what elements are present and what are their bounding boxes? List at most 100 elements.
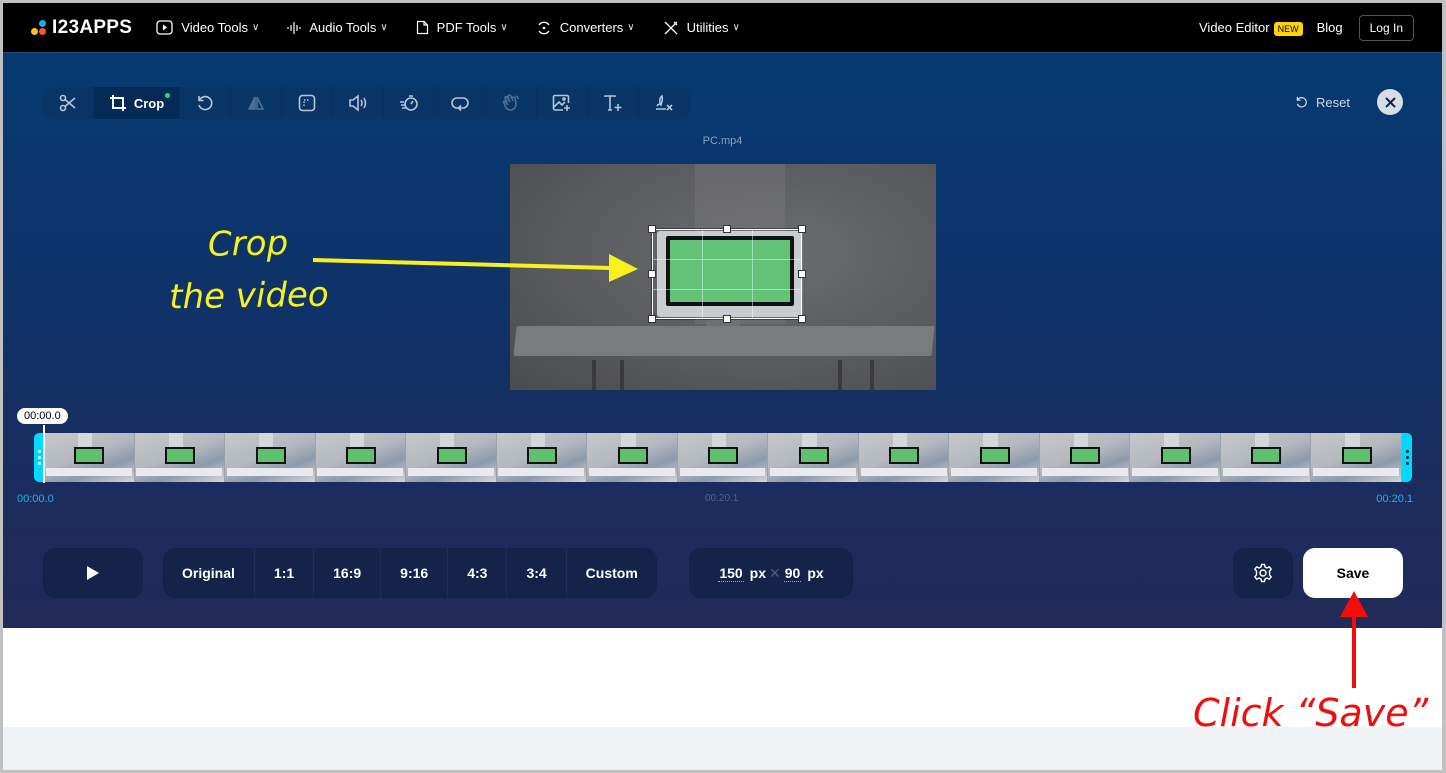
timeline-thumbnail xyxy=(1311,433,1402,482)
close-button[interactable] xyxy=(1377,89,1403,115)
aspect-ratio-original[interactable]: Original xyxy=(163,548,255,598)
aspect-ratio-9-16[interactable]: 9:16 xyxy=(381,548,449,598)
aspect-ratio-3-4[interactable]: 3:4 xyxy=(507,548,567,598)
timeline-thumbnail xyxy=(768,433,859,482)
crop-selection-box[interactable] xyxy=(648,225,806,323)
thumb-desk xyxy=(860,468,947,476)
thumb-desk xyxy=(45,468,132,476)
tool-flip[interactable] xyxy=(231,87,282,119)
speed-icon xyxy=(400,95,418,111)
rotate-icon xyxy=(198,95,213,111)
thumb-desk xyxy=(1313,468,1400,476)
thumb-monitor xyxy=(436,447,467,464)
thumb-monitor xyxy=(798,447,829,464)
timeline-thumbnail xyxy=(225,433,316,482)
play-square-icon xyxy=(156,20,173,35)
tools-icon xyxy=(664,21,678,34)
video-desk-leg xyxy=(870,360,874,390)
annotation-crop-line2: the video xyxy=(168,274,330,318)
thumb-monitor xyxy=(1341,447,1372,464)
nav-video-tools-label: Video Tools xyxy=(181,20,249,35)
video-desk-leg xyxy=(620,360,624,390)
crop-handle-bottom-right[interactable] xyxy=(798,315,806,323)
timeline-thumbnail xyxy=(406,433,497,482)
settings-button[interactable] xyxy=(1233,548,1293,598)
timeline-thumbnail xyxy=(858,433,950,482)
trim-end-time: 00:20.1 xyxy=(1376,493,1413,505)
thumb-monitor xyxy=(255,447,286,464)
annotation-save-note: Click “Save” xyxy=(1193,691,1429,735)
video-editor-label: Video Editor xyxy=(1199,20,1270,35)
timeline-filmstrip[interactable] xyxy=(34,433,1412,482)
crop-handle-bottom[interactable] xyxy=(723,315,731,323)
timeline-thumbnail xyxy=(134,433,226,482)
scissors-icon xyxy=(59,94,76,112)
nav-converters[interactable]: Converters ∨ xyxy=(536,20,635,36)
tool-resize[interactable] xyxy=(282,87,333,119)
login-button[interactable]: Log In xyxy=(1358,14,1414,41)
crop-size-inputs: 150 px ✕ 90 px xyxy=(689,548,853,598)
size-separator: ✕ xyxy=(769,564,781,581)
aspect-ratio-1-1[interactable]: 1:1 xyxy=(255,548,315,598)
aspect-ratio-4-3[interactable]: 4:3 xyxy=(448,548,508,598)
resize-icon xyxy=(298,94,316,112)
nav-blog[interactable]: Blog xyxy=(1317,20,1343,35)
playhead-time: 00:00.0 xyxy=(17,408,68,424)
aspect-ratio-16-9[interactable]: 16:9 xyxy=(314,548,382,598)
nav-audio-tools[interactable]: Audio Tools ∨ xyxy=(287,20,388,35)
top-navigation: I23APPS Video Tools ∨ Audio Tools ∨ PDF … xyxy=(3,3,1442,53)
thumb-desk xyxy=(1132,468,1219,476)
tool-loop[interactable] xyxy=(435,87,486,119)
crop-grid-line xyxy=(702,230,704,318)
flip-icon xyxy=(247,96,265,110)
thumb-monitor xyxy=(527,447,558,464)
tool-rotate[interactable] xyxy=(180,87,231,119)
volume-icon xyxy=(349,94,367,112)
tool-add-text[interactable] xyxy=(588,87,639,119)
loop-icon xyxy=(451,97,469,112)
video-desk-leg xyxy=(592,360,596,390)
crop-handle-top-right[interactable] xyxy=(798,225,806,233)
tool-add-image[interactable] xyxy=(537,87,588,119)
play-button[interactable] xyxy=(43,548,143,598)
aspect-ratio-custom[interactable]: Custom xyxy=(567,548,657,598)
crop-handle-top-left[interactable] xyxy=(648,225,656,233)
logo[interactable]: I23APPS xyxy=(31,17,132,39)
crop-grid-line xyxy=(653,288,801,290)
video-editor: Crop Reset PC.mp4 Crop the video 00:00.0… xyxy=(3,53,1442,628)
tool-speed[interactable] xyxy=(384,87,435,119)
nav-video-editor[interactable]: Video Editor NEW xyxy=(1199,20,1303,36)
crop-handle-top[interactable] xyxy=(723,225,731,233)
nav-pdf-tools[interactable]: PDF Tools ∨ xyxy=(416,20,508,35)
thumb-desk xyxy=(226,468,313,476)
tool-crop[interactable]: Crop xyxy=(94,87,180,119)
tool-stabilize[interactable] xyxy=(486,87,537,119)
crop-icon xyxy=(109,95,126,111)
thumb-monitor xyxy=(708,447,739,464)
logo-text: I23APPS xyxy=(52,16,133,38)
editor-toolbar: Crop xyxy=(43,87,690,119)
trim-handle-end[interactable] xyxy=(1402,433,1412,482)
crop-handle-right[interactable] xyxy=(798,270,806,278)
playhead[interactable] xyxy=(43,425,45,483)
crop-height-input[interactable]: 90 xyxy=(783,565,802,582)
gear-icon xyxy=(1254,563,1272,583)
nav-video-tools[interactable]: Video Tools ∨ xyxy=(156,20,259,35)
crop-grid-line xyxy=(751,230,753,318)
tool-cut[interactable] xyxy=(43,87,94,119)
thumb-monitor xyxy=(617,447,648,464)
crop-width-input[interactable]: 150 xyxy=(718,565,744,582)
thumb-desk xyxy=(136,468,223,476)
timeline-thumbnail xyxy=(44,433,135,482)
crop-handle-bottom-left[interactable] xyxy=(648,315,656,323)
tool-volume[interactable] xyxy=(333,87,384,119)
nav-utilities[interactable]: Utilities ∨ xyxy=(663,20,740,36)
reset-button[interactable]: Reset xyxy=(1295,95,1350,110)
logo-icon xyxy=(31,19,47,36)
page-frame: I23APPS Video Tools ∨ Audio Tools ∨ PDF … xyxy=(3,3,1442,770)
crop-grid-line xyxy=(653,259,801,261)
convert-icon xyxy=(538,21,550,34)
chevron-down-icon: ∨ xyxy=(380,22,388,33)
tool-remove-logo[interactable] xyxy=(639,87,690,119)
crop-handle-left[interactable] xyxy=(648,270,656,278)
